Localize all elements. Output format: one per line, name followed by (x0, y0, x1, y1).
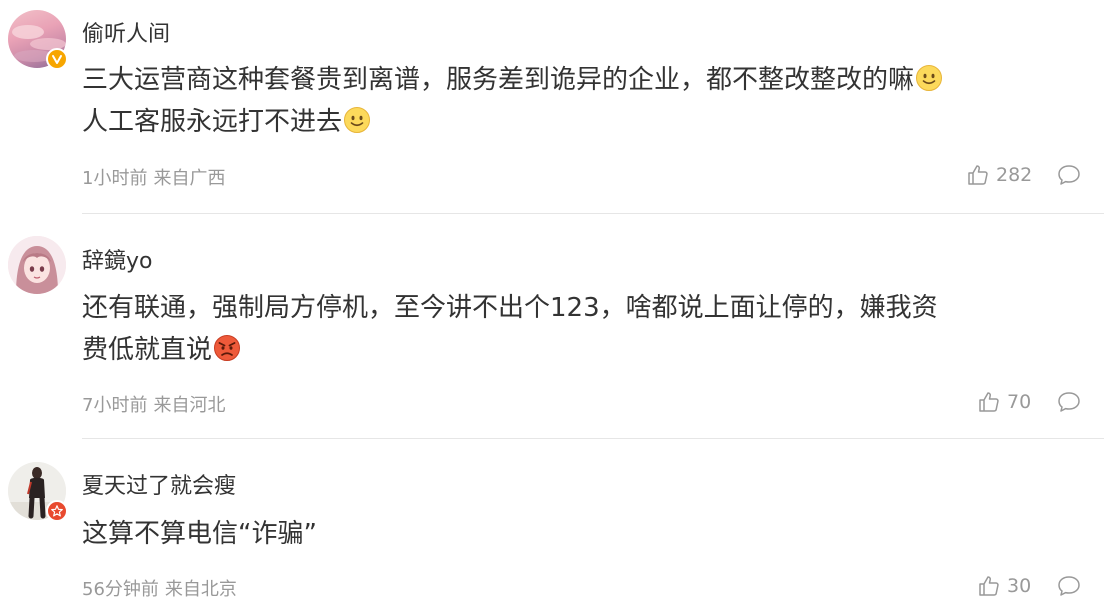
comment-meta: 1小时前 来自广西 (82, 164, 225, 190)
comment-text-line1: 这算不算电信“诈骗” (82, 519, 317, 549)
like-button[interactable]: 282 (966, 163, 1032, 187)
like-count: 30 (1007, 575, 1032, 597)
comment-meta: 7小时前 来自河北 (82, 391, 225, 417)
timestamp: 56分钟前 (82, 579, 159, 600)
comment-text: 三大运营商这种套餐贵到离谱，服务差到诡异的企业，都不整改整改的嘛 人工客服永远打… (82, 59, 1082, 143)
comment-line: 人工客服永远打不进去 (82, 101, 1082, 143)
comment-bubble-icon (1058, 576, 1080, 596)
timestamp: 1小时前 (82, 168, 148, 189)
comment-text-line2: 人工客服永远打不进去 (82, 107, 343, 137)
divider (82, 213, 1104, 214)
comment-text-line1: 还有联通，强制局方停机，至今讲不出个123，啥都说上面让停的，嫌我资 (82, 293, 938, 323)
divider (82, 438, 1104, 439)
comment-bubble-icon (1058, 165, 1080, 185)
username[interactable]: 偷听人间 (82, 16, 170, 48)
star-icon (51, 505, 63, 517)
anime-girl-image (8, 236, 66, 294)
like-count: 282 (996, 164, 1033, 186)
comment-text-line2: 费低就直说 (82, 335, 213, 365)
reply-button[interactable] (1056, 574, 1082, 598)
smile-emoji-icon (344, 107, 371, 133)
comment-text: 这算不算电信“诈骗” (82, 513, 1082, 555)
like-button[interactable]: 70 (977, 390, 1031, 414)
location: 来自北京 (164, 579, 237, 600)
like-count: 70 (1007, 391, 1032, 413)
comment-line: 费低就直说 (82, 329, 1082, 371)
angry-emoji-icon (214, 335, 241, 361)
comment-text-line1: 三大运营商这种套餐贵到离谱，服务差到诡异的企业，都不整改整改的嘛 (82, 65, 915, 95)
location: 来自河北 (153, 395, 226, 416)
reply-button[interactable] (1056, 390, 1082, 414)
comment-line: 还有联通，强制局方停机，至今讲不出个123，啥都说上面让停的，嫌我资 (82, 287, 1082, 329)
v-icon (52, 55, 62, 64)
comment-line: 这算不算电信“诈骗” (82, 513, 1082, 555)
comment-line: 三大运营商这种套餐贵到离谱，服务差到诡异的企业，都不整改整改的嘛 (82, 59, 1082, 101)
verified-badge (46, 48, 68, 70)
star-badge (46, 500, 68, 522)
thumbs-up-icon (968, 165, 988, 185)
avatar[interactable] (8, 10, 68, 70)
comment-text: 还有联通，强制局方停机，至今讲不出个123，啥都说上面让停的，嫌我资 费低就直说 (82, 287, 1082, 371)
thumbs-up-icon (979, 392, 999, 412)
timestamp: 7小时前 (82, 395, 148, 416)
username[interactable]: 夏天过了就会瘦 (82, 468, 236, 500)
location: 来自广西 (153, 168, 226, 189)
comment-meta: 56分钟前 来自北京 (82, 575, 237, 601)
reply-button[interactable] (1056, 163, 1082, 187)
like-button[interactable]: 30 (977, 574, 1031, 598)
username[interactable]: 辞鏡yo (82, 243, 152, 275)
comment-bubble-icon (1058, 392, 1080, 412)
avatar[interactable] (8, 236, 66, 294)
avatar[interactable] (8, 462, 68, 522)
thumbs-up-icon (979, 576, 999, 596)
smile-emoji-icon (916, 65, 943, 91)
avatar-image (8, 236, 66, 294)
